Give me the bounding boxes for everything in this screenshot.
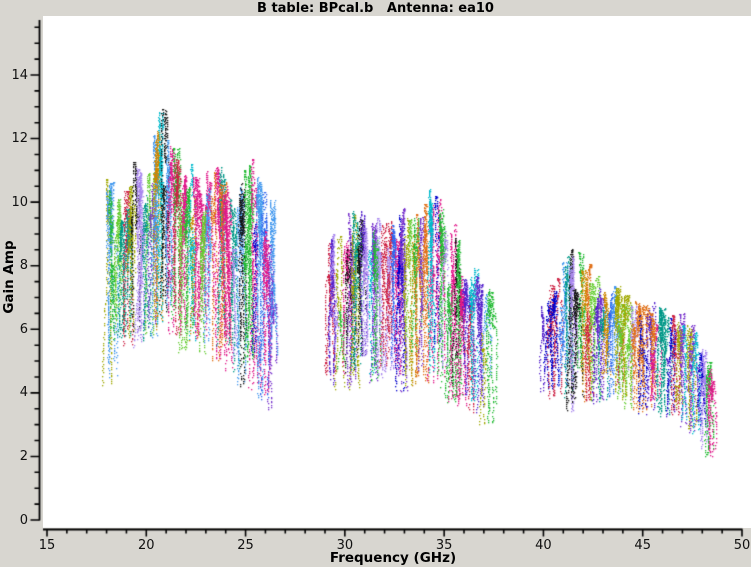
y-tick-label: 2 [4, 449, 28, 464]
x-tick-label: 30 [329, 538, 361, 553]
gain-vs-frequency-plot[interactable] [0, 0, 751, 567]
y-tick-label: 12 [4, 131, 28, 146]
y-tick-label: 6 [4, 322, 28, 337]
x-tick-label: 50 [726, 538, 751, 553]
plot-window: B table: BPcal.b Antenna: ea10 Gain Amp … [0, 0, 751, 567]
x-tick-label: 25 [230, 538, 262, 553]
x-tick-label: 40 [527, 538, 559, 553]
y-tick-label: 4 [4, 385, 28, 400]
x-axis-title: Frequency (GHz) [293, 550, 493, 566]
x-tick-label: 45 [627, 538, 659, 553]
x-tick-label: 15 [31, 538, 63, 553]
y-tick-label: 0 [4, 513, 28, 528]
y-tick-label: 10 [4, 195, 28, 210]
plot-title: B table: BPcal.b Antenna: ea10 [0, 1, 751, 16]
y-tick-label: 8 [4, 258, 28, 273]
x-tick-label: 35 [428, 538, 460, 553]
y-tick-label: 14 [4, 68, 28, 83]
x-tick-label: 20 [130, 538, 162, 553]
